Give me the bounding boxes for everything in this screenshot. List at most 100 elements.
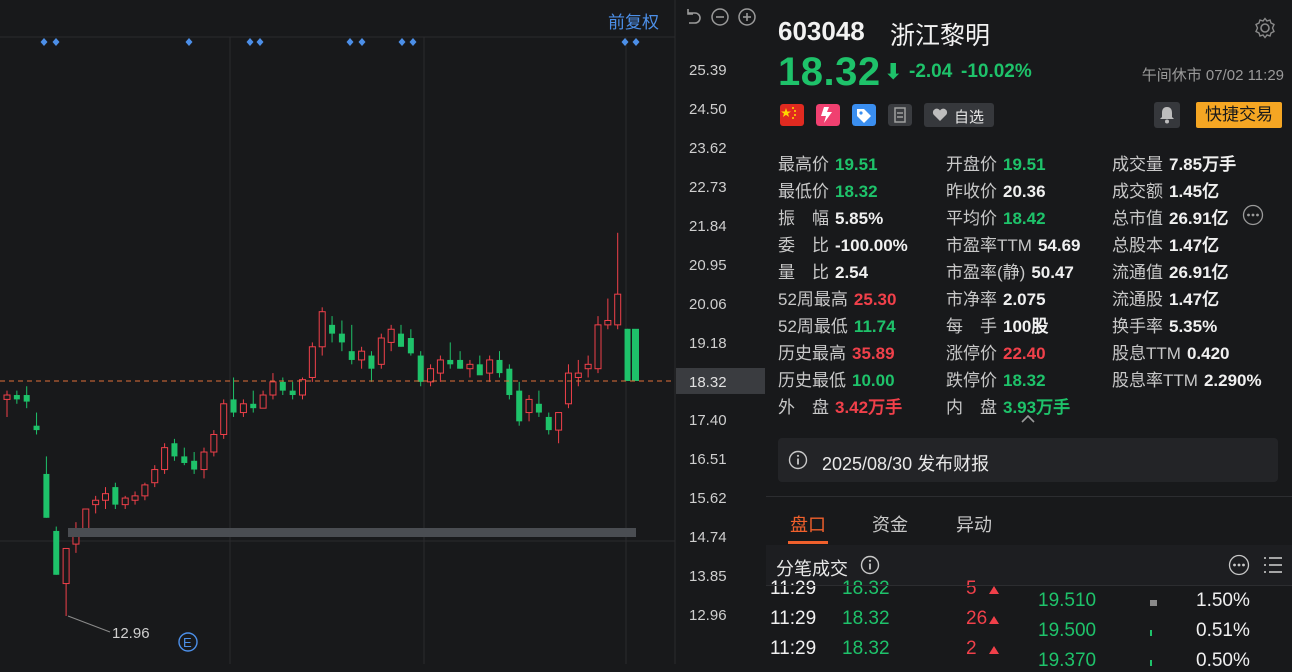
collapse-chevron-icon[interactable] (1020, 414, 1036, 424)
event-diamond-marker (52, 38, 60, 46)
candle-body (535, 403, 542, 413)
candle-body (33, 425, 40, 431)
candle-body (200, 451, 208, 471)
stat-col3-row: 股息率TTM 2.290% (1112, 366, 1262, 391)
stat-label: 流通值 (1112, 263, 1163, 282)
candle-body (318, 311, 326, 348)
stat-value: 3.42万手 (835, 398, 903, 417)
event-diamond-marker (398, 38, 406, 46)
stat-label: 最高价 (778, 155, 829, 174)
last-candle-body (632, 328, 639, 381)
tab-funds[interactable]: 资金 (872, 511, 908, 537)
stat-col1-row: 历史最高 35.89 (778, 339, 895, 364)
candle-body (299, 379, 306, 396)
zoom-in-icon[interactable] (737, 7, 757, 27)
list-view-icon[interactable] (1262, 554, 1284, 576)
zoom-out-icon[interactable] (710, 7, 730, 27)
price-axis-tick: 21.84 (689, 217, 727, 235)
price-axis-tick: 24.50 (689, 100, 727, 118)
candle-body (92, 499, 100, 506)
stat-col1-row: 委 比 -100.00% (778, 231, 908, 256)
stat-value: 26.91亿 (1169, 209, 1229, 228)
tab-alerts[interactable]: 异动 (956, 511, 992, 537)
stat-value: 100股 (1003, 317, 1049, 336)
candle-body (338, 333, 345, 343)
settings-icon[interactable] (1254, 17, 1276, 39)
event-diamond-marker (621, 38, 629, 46)
undo-icon[interactable] (683, 7, 703, 27)
candle-body (230, 399, 237, 413)
stat-col3-row: 总股本 1.47亿 (1112, 231, 1219, 256)
alert-button[interactable] (1154, 102, 1180, 128)
more-icon[interactable] (1242, 204, 1264, 226)
candle-body (102, 493, 109, 501)
candle-body (466, 363, 474, 370)
stat-value: 2.54 (835, 263, 869, 282)
candle-body (545, 416, 552, 431)
stat-col1-row: 52周最低 11.74 (778, 312, 896, 337)
candle-body (131, 495, 139, 501)
earnings-notice[interactable]: 2025/08/30 发布财报 (778, 438, 1278, 482)
watch-label: 自选 (954, 109, 985, 126)
candle-body (161, 447, 169, 471)
candle-body (436, 359, 444, 374)
stat-col3-row: 换手率 5.35% (1112, 312, 1217, 337)
kline-chart[interactable]: 18.32 12.96 E (0, 0, 765, 664)
stat-col3-row: 股息TTM 0.420 (1112, 339, 1229, 364)
stat-value: 11.74 (853, 317, 896, 336)
candle-body (62, 547, 70, 585)
candle-body (191, 460, 198, 470)
stat-value: 50.47 (1031, 263, 1074, 282)
candle-body (121, 497, 129, 506)
candle-body (368, 355, 375, 369)
stat-col1-row: 外 盘 3.42万手 (778, 393, 902, 418)
price-axis-tick: 20.95 (689, 256, 727, 274)
stat-label: 52周最高 (778, 290, 848, 309)
ticks-more-icon[interactable] (1228, 554, 1250, 576)
stat-label: 昨收价 (946, 182, 997, 201)
candle-body (476, 364, 483, 376)
candle-body (614, 293, 622, 326)
stat-col2-row: 平均价 18.42 (946, 204, 1046, 229)
restore-adjust-button[interactable]: 前复权 (608, 8, 659, 33)
candle-body (496, 359, 503, 374)
stat-label: 涨停价 (946, 344, 997, 363)
price-axis-tick: 22.73 (689, 178, 727, 196)
tab-orderbook[interactable]: 盘口 (790, 511, 826, 537)
ticks-info-icon[interactable] (860, 555, 880, 575)
bell-icon (1160, 107, 1174, 124)
candle-body (82, 508, 90, 532)
event-diamond-marker (246, 38, 254, 46)
price-axis-tick: 14.74 (689, 529, 727, 547)
event-diamond-marker (632, 38, 640, 46)
earnings-event-label: E (183, 635, 192, 650)
stat-label: 总股本 (1112, 236, 1163, 255)
support-zone-bar (68, 528, 636, 537)
candle-body (141, 484, 149, 497)
candle-body (506, 368, 513, 396)
candle-body (516, 390, 523, 422)
stat-col2-row: 内 盘 3.93万手 (946, 393, 1070, 418)
stat-value: 1.47亿 (1169, 290, 1220, 309)
candle-body (457, 359, 464, 369)
stat-label: 市盈率(静) (946, 263, 1026, 282)
current-price-tag-label: 18.32 (689, 374, 727, 391)
stat-label: 委 比 (778, 236, 829, 255)
candle-body (594, 324, 602, 370)
candle-body (417, 355, 424, 382)
add-watchlist-button[interactable]: 自选 (924, 103, 994, 127)
candle-body (564, 372, 572, 405)
stock-name: 浙江黎明 (890, 22, 991, 50)
stat-label: 振 幅 (778, 209, 829, 228)
candle-body (210, 433, 218, 453)
kline-chart-pane[interactable]: 18.32 12.96 E 前复权 25.39 24.50 23.62 22.73 21.8… (0, 0, 765, 664)
stat-value: -100.00% (835, 236, 908, 255)
stat-label: 市盈率TTM (946, 236, 1032, 255)
document-icon (888, 104, 912, 126)
stat-label: 历史最高 (778, 344, 846, 363)
last-price: 18.32 (778, 50, 881, 94)
price-axis-tick: 25.39 (689, 62, 727, 79)
stat-value: 19.51 (1003, 155, 1046, 174)
event-diamond-marker (409, 38, 417, 46)
quick-trade-button[interactable]: 快捷交易 (1196, 102, 1282, 128)
